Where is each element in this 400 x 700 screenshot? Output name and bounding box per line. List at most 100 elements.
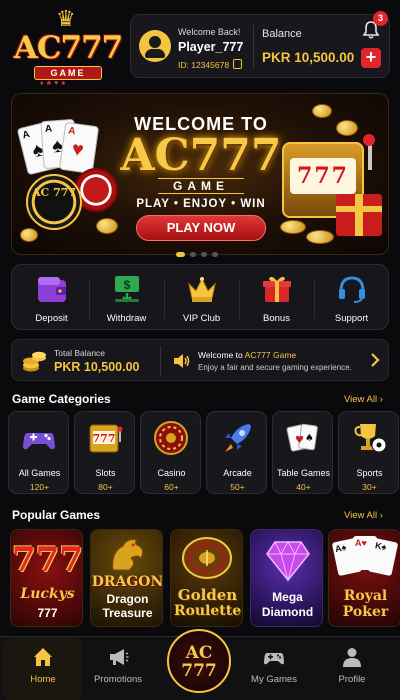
gamepad-icon bbox=[23, 433, 55, 450]
coin-icon bbox=[312, 104, 332, 118]
cards-icon: ♥ ♠ bbox=[286, 423, 318, 452]
nav-label: My Games bbox=[251, 674, 297, 685]
balance-value: PKR 10,500.00 bbox=[262, 50, 355, 65]
play-now-button[interactable]: PLAY NOW bbox=[136, 215, 266, 241]
center-logo-text: AC bbox=[185, 643, 213, 663]
withdraw-button[interactable]: $ Withdraw bbox=[89, 265, 164, 331]
game-title: Mega bbox=[272, 590, 303, 604]
game-title-2: Poker bbox=[342, 604, 389, 620]
category-casino[interactable]: Casino 60+ bbox=[140, 411, 201, 494]
support-label: Support bbox=[334, 313, 369, 324]
category-count: 30+ bbox=[362, 482, 377, 492]
support-button[interactable]: Support bbox=[314, 265, 389, 331]
coin-icon bbox=[280, 220, 306, 234]
svg-text:777: 777 bbox=[93, 432, 116, 445]
crown-icon: ♛ bbox=[56, 6, 76, 31]
game-card-royal-poker[interactable]: A♠ A♥ K♠ Royal Poker bbox=[328, 529, 400, 627]
promo-banner[interactable]: A ♠ A ♠ A ♥ AC 777 WELCOME TO AC777 GAME PL… bbox=[11, 93, 389, 255]
avatar[interactable] bbox=[139, 30, 171, 62]
vip-club-label: VIP Club bbox=[182, 313, 221, 324]
coin-icon bbox=[306, 230, 334, 244]
game-card-golden-roulette[interactable]: Golden Roulette bbox=[170, 529, 243, 627]
vip-club-button[interactable]: VIP Club bbox=[164, 265, 239, 331]
category-count: 50+ bbox=[230, 482, 245, 492]
category-count: 120+ bbox=[29, 482, 50, 492]
game-title-2: Treasure bbox=[102, 606, 153, 620]
svg-text:$: $ bbox=[124, 278, 131, 292]
home-icon bbox=[34, 648, 52, 666]
coin-icon bbox=[336, 120, 358, 136]
game-title: Golden bbox=[177, 586, 238, 604]
megaphone-icon bbox=[110, 649, 129, 665]
gamepad-icon bbox=[264, 653, 284, 665]
game-card-dragon-treasure[interactable]: DRAGON Dragon Treasure bbox=[90, 529, 163, 627]
chevron-right-icon[interactable] bbox=[368, 351, 382, 369]
trophy-icon bbox=[354, 424, 387, 453]
game-card-777[interactable]: 777 Luckys 777 bbox=[10, 529, 83, 627]
deposit-button[interactable]: Deposit bbox=[14, 265, 89, 331]
game-art-subtitle: Luckys bbox=[20, 586, 75, 602]
nav-center-logo[interactable]: AC 777 bbox=[167, 629, 231, 693]
username: Player_777 bbox=[178, 40, 244, 54]
category-all-games[interactable]: All Games 120+ bbox=[8, 411, 69, 494]
slot-reels: 777 bbox=[290, 158, 356, 194]
bonus-button[interactable]: Bonus bbox=[239, 265, 314, 331]
headset-icon bbox=[339, 276, 365, 303]
category-slots[interactable]: 777 Slots 80+ bbox=[74, 411, 135, 494]
category-count: 60+ bbox=[164, 482, 179, 492]
copy-icon[interactable] bbox=[233, 59, 242, 69]
crown-icon bbox=[188, 277, 216, 302]
user-card: Welcome Back! Player_777 ID: 12345678 Ba… bbox=[130, 11, 390, 78]
category-name: Casino bbox=[157, 468, 186, 478]
carousel-dot[interactable] bbox=[212, 252, 218, 257]
categories-view-all[interactable]: View All › bbox=[344, 394, 383, 405]
welcome-text: Welcome Back! bbox=[178, 27, 241, 37]
roulette-wheel-icon bbox=[182, 537, 232, 579]
svg-text:♥: ♥ bbox=[295, 435, 304, 446]
header: ♛ AC777 GAME ♦♣♥♠ Welcome Back! Player_7… bbox=[0, 0, 400, 88]
banner-game-label: GAME bbox=[158, 178, 244, 194]
categories-title: Game Categories bbox=[12, 392, 111, 406]
suits-icon: ♦♣♥♠ bbox=[40, 80, 69, 87]
diamond-icon bbox=[266, 541, 310, 582]
nav-label: Home bbox=[30, 674, 56, 685]
gift-icon bbox=[336, 194, 382, 236]
nav-promotions[interactable]: Promotions bbox=[78, 637, 158, 700]
slot-machine-icon: 777 bbox=[89, 424, 123, 453]
total-balance-label: Total Balance bbox=[54, 348, 106, 358]
category-name: Arcade bbox=[223, 468, 252, 478]
wallet-icon bbox=[38, 277, 66, 302]
carousel-dot[interactable] bbox=[201, 252, 207, 257]
roulette-icon bbox=[154, 421, 188, 455]
balance-label: Balance bbox=[262, 28, 302, 40]
carousel-dot[interactable] bbox=[190, 252, 196, 257]
user-icon bbox=[149, 36, 161, 48]
deposit-label: Deposit bbox=[35, 313, 68, 324]
category-name: Table Games bbox=[276, 468, 331, 478]
coin-icon bbox=[96, 218, 118, 234]
quick-actions: Deposit $ Withdraw VIP Club Bonus Suppor… bbox=[11, 264, 389, 330]
category-sports[interactable]: Sports 30+ bbox=[338, 411, 399, 494]
popular-title: Popular Games bbox=[12, 508, 101, 522]
game-card-mega-diamond[interactable]: Mega Diamond bbox=[250, 529, 323, 627]
add-funds-button[interactable]: + bbox=[361, 48, 381, 68]
popular-view-all[interactable]: View All › bbox=[344, 510, 383, 521]
logo-subtext: GAME bbox=[34, 66, 102, 80]
category-arcade[interactable]: Arcade 50+ bbox=[206, 411, 267, 494]
game-title: Royal bbox=[343, 588, 388, 604]
nav-profile[interactable]: Profile bbox=[312, 637, 392, 700]
divider bbox=[253, 25, 254, 69]
dragon-icon bbox=[112, 539, 144, 571]
nav-label: Promotions bbox=[93, 674, 143, 685]
notification-badge: 3 bbox=[373, 11, 388, 26]
app-logo[interactable]: ♛ AC777 GAME ♦♣♥♠ bbox=[10, 6, 126, 88]
category-table-games[interactable]: ♥ ♠ Table Games 40+ bbox=[272, 411, 333, 494]
nav-home[interactable]: Home bbox=[3, 637, 83, 700]
category-name: All Games bbox=[18, 468, 61, 478]
game-title-2: Diamond bbox=[261, 605, 314, 619]
game-title: Dragon bbox=[106, 592, 149, 606]
center-logo-number: 777 bbox=[181, 661, 217, 681]
carousel-dot[interactable] bbox=[176, 252, 185, 257]
nav-my-games[interactable]: My Games bbox=[234, 637, 314, 700]
bonus-label: Bonus bbox=[263, 313, 290, 324]
